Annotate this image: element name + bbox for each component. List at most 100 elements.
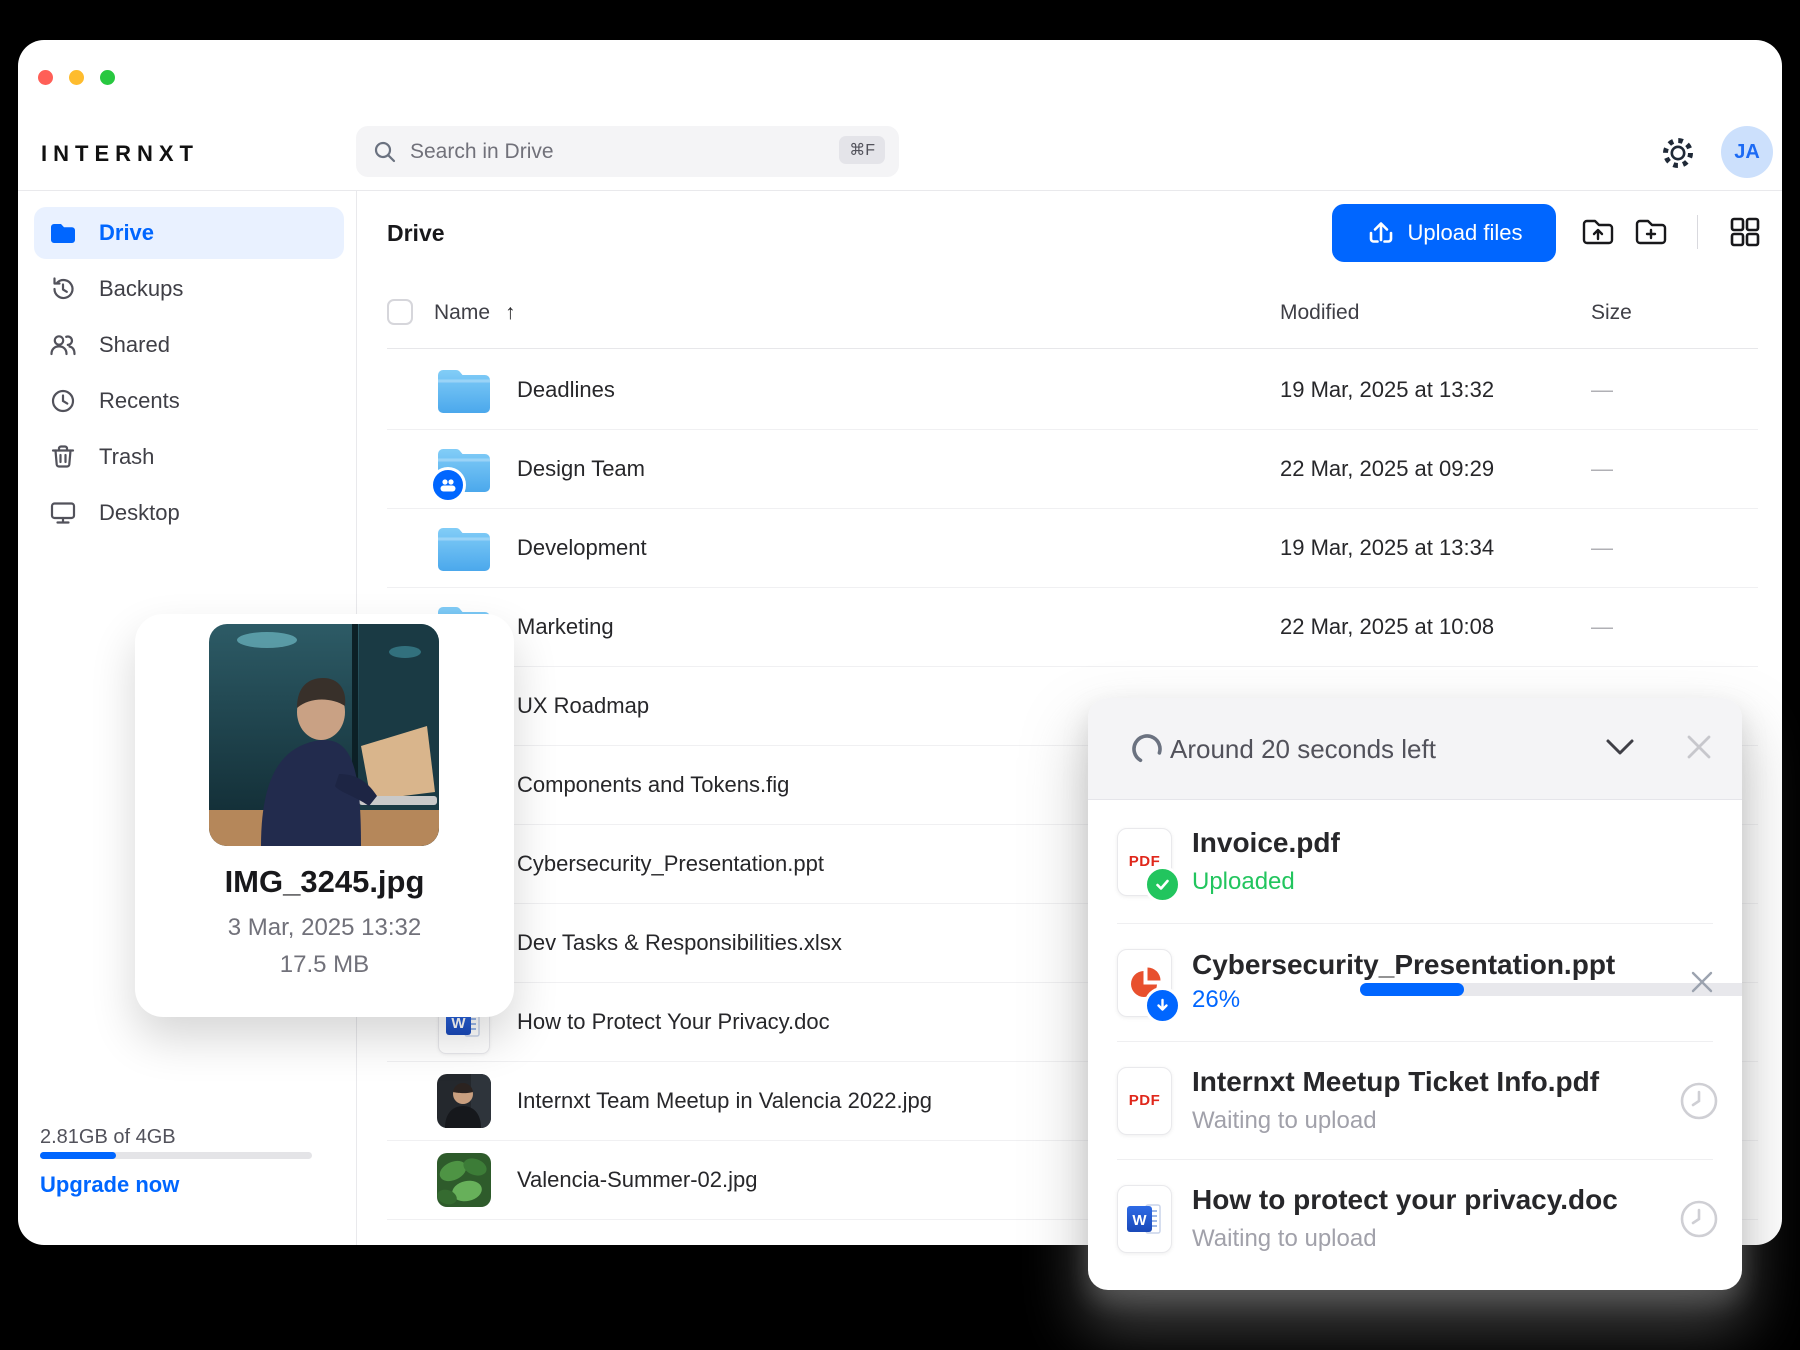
file-name: Deadlines: [517, 376, 615, 402]
sidebar-item-recents[interactable]: Recents: [34, 375, 344, 427]
sidebar-item-shared[interactable]: Shared: [34, 319, 344, 371]
sidebar-item-label: Shared: [99, 332, 170, 357]
search-placeholder: Search in Drive: [410, 139, 554, 163]
upload-item: W How to protect your privacy.doc Waitin…: [1088, 1160, 1742, 1277]
upload-item-name: Internxt Meetup Ticket Info.pdf: [1192, 1066, 1600, 1097]
waiting-clock-icon: [1680, 1200, 1718, 1237]
folder-upload-icon: [1582, 219, 1614, 245]
preview-filename: IMG_3245.jpg: [224, 864, 425, 899]
word-doc-icon: W: [1117, 1184, 1172, 1253]
close-icon[interactable]: [1684, 732, 1714, 762]
upload-item-progress-label: 26%: [1192, 986, 1241, 1013]
file-modified: 19 Mar, 2025 at 13:34: [1280, 534, 1495, 560]
avatar[interactable]: JA: [1721, 126, 1773, 178]
sidebar-item-drive[interactable]: Drive: [34, 207, 344, 259]
preview-photo: [209, 624, 439, 846]
window-zoom-button[interactable]: [100, 70, 115, 85]
upload-item-status: Uploaded: [1192, 868, 1295, 895]
upload-progress-panel: Around 20 seconds left PDF Invoice.pdf U…: [1088, 698, 1742, 1290]
storage-usage-label: 2.81GB of 4GB: [40, 1126, 176, 1148]
file-name: Components and Tokens.fig: [517, 771, 790, 797]
grid-view-icon: [1730, 217, 1760, 247]
table-row[interactable]: Design Team 22 Mar, 2025 at 09:29 —: [387, 429, 1758, 509]
upload-item-name: Invoice.pdf: [1192, 827, 1340, 858]
upload-item-status: Waiting to upload: [1192, 1225, 1377, 1252]
window-close-button[interactable]: [38, 70, 53, 85]
check-badge-icon: [1144, 865, 1181, 903]
sidebar-item-label: Backups: [99, 276, 184, 301]
waiting-clock-icon: [1680, 1082, 1718, 1119]
sidebar-item-trash[interactable]: Trash: [34, 431, 344, 483]
settings-button[interactable]: [1660, 135, 1696, 171]
sidebar-item-label: Trash: [99, 444, 155, 469]
clock-icon: [51, 389, 75, 413]
sidebar-item-desktop[interactable]: Desktop: [34, 487, 344, 539]
file-size: —: [1591, 613, 1613, 639]
window-minimize-button[interactable]: [69, 70, 84, 85]
new-folder-button[interactable]: [1633, 214, 1669, 250]
toolbar-divider: [1697, 215, 1698, 249]
grid-view-button[interactable]: [1727, 214, 1763, 250]
upload-item-name: Cybersecurity_Presentation.ppt: [1192, 949, 1616, 980]
file-size: —: [1591, 534, 1613, 560]
users-icon: [50, 335, 76, 356]
upload-progress-fill: [1360, 983, 1464, 996]
upload-item: Cybersecurity_Presentation.ppt 26%: [1088, 924, 1742, 1041]
sort-ascending-icon[interactable]: ↑: [505, 301, 516, 325]
table-row[interactable]: Marketing 22 Mar, 2025 at 10:08 —: [387, 587, 1758, 667]
search-input[interactable]: Search in Drive ⌘F: [356, 126, 899, 177]
upload-item: PDF Invoice.pdf Uploaded: [1088, 800, 1742, 923]
download-arrow-badge-icon: [1144, 986, 1181, 1024]
page-title: Drive: [387, 220, 445, 246]
trash-icon: [51, 445, 75, 468]
table-row[interactable]: Development 19 Mar, 2025 at 13:34 —: [387, 508, 1758, 588]
sidebar-item-backups[interactable]: Backups: [34, 263, 344, 315]
folder-plus-icon: [1635, 219, 1667, 245]
column-header-name[interactable]: Name: [434, 301, 490, 325]
svg-text:W: W: [451, 1015, 466, 1032]
folder-icon: [438, 527, 490, 571]
sidebar-item-label: Recents: [99, 388, 180, 413]
chevron-down-icon[interactable]: [1604, 736, 1636, 758]
photo-thumbnail: [437, 1152, 491, 1207]
sidebar-item-label: Drive: [99, 220, 155, 245]
cancel-upload-icon[interactable]: [1688, 968, 1716, 996]
preview-date: 3 Mar, 2025 13:32: [227, 914, 422, 941]
file-preview-card: IMG_3245.jpg 3 Mar, 2025 13:32 17.5 MB: [135, 614, 514, 1017]
monitor-icon: [50, 502, 76, 524]
file-name: Valencia-Summer-02.jpg: [517, 1166, 758, 1192]
ppt-file-icon: [1117, 948, 1181, 1024]
file-size: —: [1591, 376, 1613, 402]
pdf-file-icon: PDF: [1117, 1066, 1172, 1135]
search-shortcut-badge: ⌘F: [839, 136, 885, 164]
shared-badge-icon: [430, 466, 466, 503]
upload-item: PDF Internxt Meetup Ticket Info.pdf Wait…: [1088, 1042, 1742, 1159]
sidebar-item-label: Desktop: [99, 500, 180, 525]
table-row[interactable]: Deadlines 19 Mar, 2025 at 13:32 —: [387, 350, 1758, 430]
upload-panel-header: Around 20 seconds left: [1088, 698, 1742, 800]
column-header-modified[interactable]: Modified: [1280, 301, 1359, 325]
select-all-checkbox[interactable]: [387, 299, 413, 325]
upload-icon: [1369, 222, 1392, 243]
storage-progress-fill: [40, 1152, 117, 1159]
table-header-divider: [387, 348, 1758, 349]
upgrade-now-link[interactable]: Upgrade now: [40, 1172, 179, 1198]
upload-files-button[interactable]: Upload files: [1332, 204, 1556, 262]
file-name: Development: [517, 534, 647, 560]
file-modified: 19 Mar, 2025 at 13:32: [1280, 376, 1495, 402]
file-modified: 22 Mar, 2025 at 10:08: [1280, 613, 1495, 639]
file-modified: 22 Mar, 2025 at 09:29: [1280, 455, 1495, 481]
upload-progress-bar: [1360, 983, 1742, 996]
search-icon: [374, 141, 396, 162]
internxt-logo: INTERNXT: [41, 141, 199, 166]
upload-item-name: How to protect your privacy.doc: [1192, 1184, 1618, 1215]
folder-icon: [51, 224, 75, 243]
file-name: Internxt Team Meetup in Valencia 2022.jp…: [517, 1087, 933, 1113]
upload-item-status: Waiting to upload: [1192, 1107, 1377, 1134]
upload-folder-button[interactable]: [1580, 214, 1616, 250]
file-name: Marketing: [517, 613, 614, 639]
column-header-size[interactable]: Size: [1591, 301, 1632, 325]
gear-icon: [1663, 138, 1693, 168]
file-name: How to Protect Your Privacy.doc: [517, 1008, 830, 1034]
file-name: Cybersecurity_Presentation.ppt: [517, 850, 824, 876]
